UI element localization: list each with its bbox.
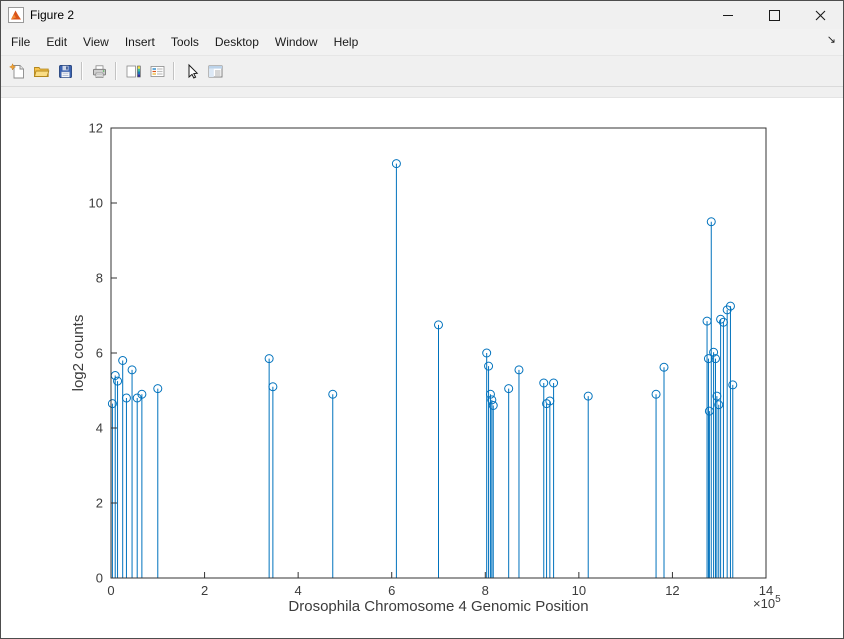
property-inspector-button[interactable]	[203, 59, 227, 83]
insert-legend-button[interactable]	[145, 59, 169, 83]
menu-desktop[interactable]: Desktop	[207, 29, 267, 55]
y-tick-label: 2	[96, 496, 103, 511]
menu-view[interactable]: View	[75, 29, 117, 55]
x-axis-label: Drosophila Chromosome 4 Genomic Position	[288, 598, 588, 615]
save-figure-button[interactable]	[53, 59, 77, 83]
menu-help[interactable]: Help	[326, 29, 367, 55]
y-axis-label: log2 counts	[70, 315, 87, 392]
menu-insert[interactable]: Insert	[117, 29, 163, 55]
edit-plot-button[interactable]	[179, 59, 203, 83]
figure-canvas: 02468101214024681012Drosophila Chromosom…	[1, 98, 843, 639]
maximize-button[interactable]	[751, 1, 797, 29]
dock-figure-icon[interactable]: ↘	[827, 35, 836, 46]
titlebar[interactable]: Figure 2	[1, 1, 843, 29]
edit-plot-cursor-icon	[183, 63, 200, 80]
figure-toolbar	[1, 56, 843, 87]
x-tick-label: 10	[572, 583, 586, 598]
open-file-button[interactable]	[29, 59, 53, 83]
new-figure-button[interactable]	[5, 59, 29, 83]
y-tick-label: 10	[89, 196, 103, 211]
insert-colorbar-button[interactable]	[121, 59, 145, 83]
menu-file[interactable]: File	[3, 29, 38, 55]
x-tick-label: 6	[388, 583, 395, 598]
close-icon	[815, 10, 826, 21]
x-scale-label: ×105	[753, 594, 781, 611]
toolbar-lower-strip	[1, 87, 843, 98]
open-file-icon	[33, 63, 50, 80]
menubar: File Edit View Insert Tools Desktop Wind…	[1, 29, 843, 56]
print-figure-button[interactable]	[87, 59, 111, 83]
x-tick-label: 0	[107, 583, 114, 598]
maximize-icon	[769, 10, 780, 21]
toolbar-separator	[173, 62, 175, 80]
x-tick-label: 8	[482, 583, 489, 598]
stem-plot[interactable]: 02468101214024681012Drosophila Chromosom…	[1, 98, 844, 638]
save-icon	[57, 63, 74, 80]
minimize-icon	[723, 15, 733, 16]
print-icon	[91, 63, 108, 80]
menu-edit[interactable]: Edit	[38, 29, 75, 55]
toolbar-separator	[115, 62, 117, 80]
window-title: Figure 2	[30, 8, 74, 22]
new-figure-icon	[9, 63, 26, 80]
minimize-button[interactable]	[705, 1, 751, 29]
y-tick-label: 12	[89, 121, 103, 136]
matlab-figure-window: Figure 2 File Edit View Insert Tools Des…	[0, 0, 844, 639]
toolbar-separator	[81, 62, 83, 80]
y-tick-label: 6	[96, 346, 103, 361]
menu-window[interactable]: Window	[267, 29, 326, 55]
y-tick-label: 4	[96, 421, 103, 436]
insert-colorbar-icon	[125, 63, 142, 80]
window-controls	[705, 1, 843, 29]
x-tick-label: 12	[665, 583, 679, 598]
y-tick-label: 8	[96, 271, 103, 286]
menu-tools[interactable]: Tools	[163, 29, 207, 55]
x-tick-label: 2	[201, 583, 208, 598]
x-tick-label: 4	[295, 583, 302, 598]
y-tick-label: 0	[96, 571, 103, 586]
close-button[interactable]	[797, 1, 843, 29]
property-inspector-icon	[207, 63, 224, 80]
matlab-figure-icon	[8, 7, 24, 23]
insert-legend-icon	[149, 63, 166, 80]
